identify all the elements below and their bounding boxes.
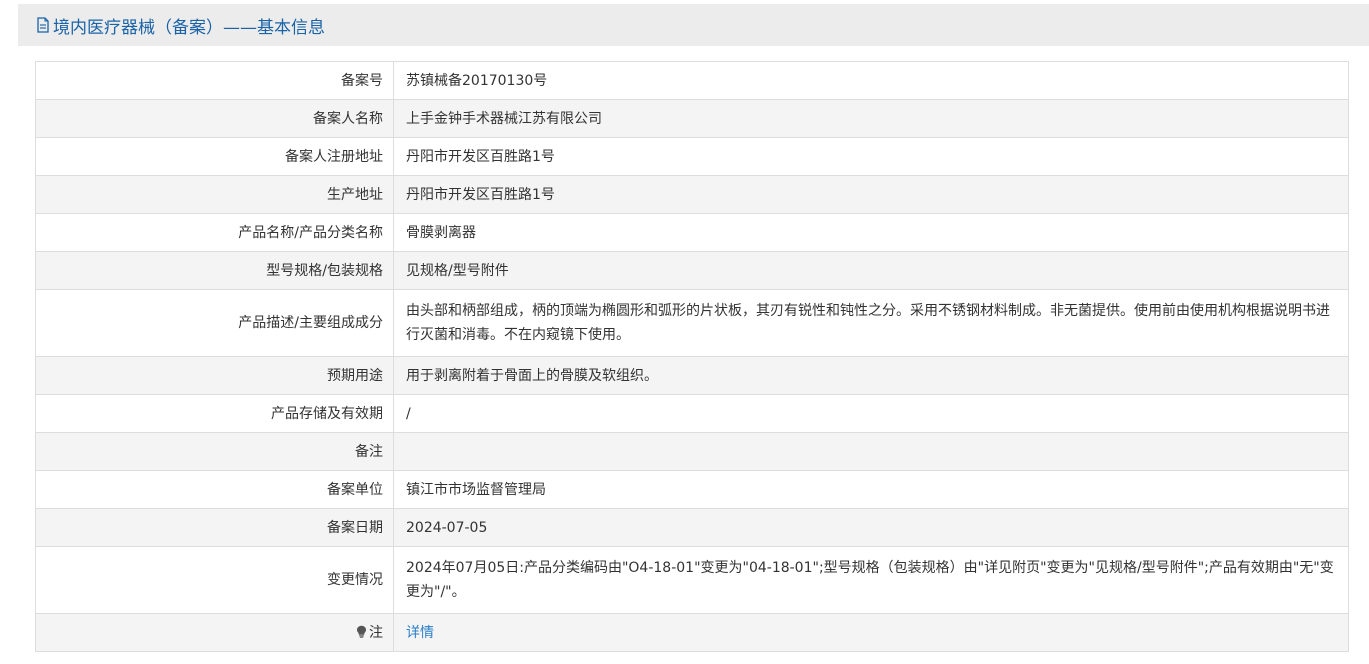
field-value: 丹阳市开发区百胜路1号 — [393, 137, 1349, 176]
field-value: 用于剥离附着于骨面上的骨膜及软组织。 — [393, 356, 1349, 395]
table-row: 备案号 苏镇械备20170130号 — [35, 61, 1349, 100]
field-value: 由头部和柄部组成，柄的顶端为椭圆形和弧形的片状板，其刃有锐性和钝性之分。采用不锈… — [393, 289, 1349, 357]
document-icon — [37, 17, 49, 33]
table-row: 变更情况 2024年07月05日:产品分类编码由"O4-18-01"变更为"04… — [35, 546, 1349, 614]
field-value: 镇江市市场监督管理局 — [393, 470, 1349, 509]
table-row: 预期用途 用于剥离附着于骨面上的骨膜及软组织。 — [35, 356, 1349, 395]
field-label: 产品存储及有效期 — [35, 394, 394, 433]
field-label: 变更情况 — [35, 546, 394, 614]
table-row: 产品存储及有效期 / — [35, 394, 1349, 433]
table-row: 型号规格/包装规格 见规格/型号附件 — [35, 251, 1349, 290]
detail-panel: 境内医疗器械（备案）——基本信息 备案号 苏镇械备20170130号 备案人名称… — [18, 4, 1369, 664]
field-label: 预期用途 — [35, 356, 394, 395]
field-label: 备案人名称 — [35, 99, 394, 138]
field-label: 备案号 — [35, 61, 394, 100]
field-value: 见规格/型号附件 — [393, 251, 1349, 290]
table-row: 注 详情 — [35, 613, 1349, 652]
note-label: 注 — [35, 613, 394, 652]
field-label: 备案单位 — [35, 470, 394, 509]
details-link[interactable]: 详情 — [406, 625, 434, 641]
table-row: 备案人名称 上手金钟手术器械江苏有限公司 — [35, 99, 1349, 138]
note-label-text: 注 — [369, 624, 383, 641]
table-row: 生产地址 丹阳市开发区百胜路1号 — [35, 175, 1349, 214]
table-row: 产品名称/产品分类名称 骨膜剥离器 — [35, 213, 1349, 252]
table-row: 备案单位 镇江市市场监督管理局 — [35, 470, 1349, 509]
field-label: 产品描述/主要组成成分 — [35, 289, 394, 357]
field-label: 备案人注册地址 — [35, 137, 394, 176]
field-label: 备注 — [35, 432, 394, 471]
table-row: 备注 — [35, 432, 1349, 471]
table-row: 备案日期 2024-07-05 — [35, 508, 1349, 547]
panel-header: 境内医疗器械（备案）——基本信息 — [18, 4, 1369, 46]
lightbulb-icon — [357, 625, 366, 638]
table-row: 备案人注册地址 丹阳市开发区百胜路1号 — [35, 137, 1349, 176]
field-label: 型号规格/包装规格 — [35, 251, 394, 290]
field-value: 2024-07-05 — [393, 508, 1349, 547]
basic-info-table: 备案号 苏镇械备20170130号 备案人名称 上手金钟手术器械江苏有限公司 备… — [35, 61, 1349, 652]
field-value: 骨膜剥离器 — [393, 213, 1349, 252]
field-value: 上手金钟手术器械江苏有限公司 — [393, 99, 1349, 138]
table-row: 产品描述/主要组成成分 由头部和柄部组成，柄的顶端为椭圆形和弧形的片状板，其刃有… — [35, 289, 1349, 357]
page-title: 境内医疗器械（备案）——基本信息 — [53, 17, 325, 38]
field-value: 2024年07月05日:产品分类编码由"O4-18-01"变更为"04-18-0… — [393, 546, 1349, 614]
field-value: 丹阳市开发区百胜路1号 — [393, 175, 1349, 214]
field-label: 生产地址 — [35, 175, 394, 214]
field-label: 备案日期 — [35, 508, 394, 547]
field-value — [393, 432, 1349, 471]
field-label: 产品名称/产品分类名称 — [35, 213, 394, 252]
field-value: 苏镇械备20170130号 — [393, 61, 1349, 100]
field-value: / — [393, 394, 1349, 433]
